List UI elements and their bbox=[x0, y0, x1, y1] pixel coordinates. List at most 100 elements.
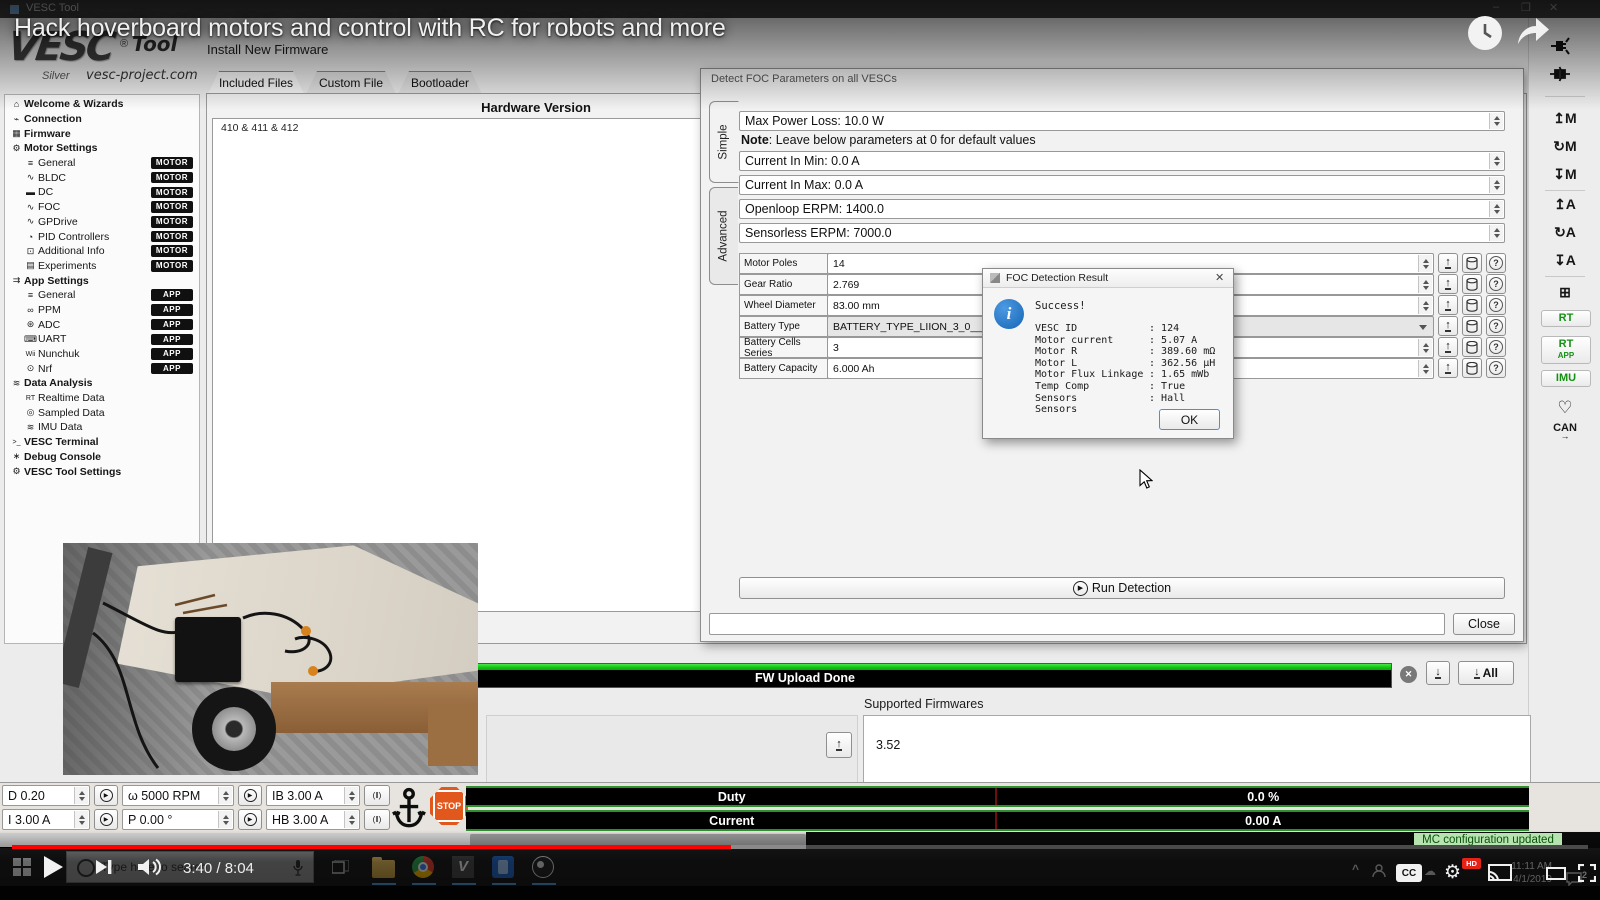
download-all-button[interactable]: ↓All bbox=[1458, 661, 1514, 685]
favorites-heart-icon[interactable]: ♡ bbox=[1541, 398, 1589, 418]
task-view-icon[interactable] bbox=[332, 860, 349, 880]
duty-setpoint-field[interactable]: D 0.20 bbox=[2, 785, 90, 806]
read-app-config-icon[interactable]: ↧A bbox=[1541, 252, 1589, 269]
sidebar-item-connection[interactable]: ⌁Connection bbox=[5, 112, 199, 127]
spinner[interactable] bbox=[344, 811, 358, 828]
anchor-icon[interactable] bbox=[392, 786, 426, 835]
help-param-button[interactable]: ? bbox=[1486, 316, 1506, 336]
position-setpoint-field[interactable]: P 0.00 ° bbox=[122, 809, 234, 830]
obs-icon[interactable] bbox=[532, 856, 554, 878]
write-param-button[interactable]: ↑ bbox=[1438, 316, 1458, 336]
sidebar-item-imu-data[interactable]: ≋IMU Data bbox=[5, 420, 199, 435]
sidebar-item-motor-settings[interactable]: ⚙Motor Settings bbox=[5, 141, 199, 156]
db-param-button[interactable] bbox=[1462, 358, 1482, 378]
help-param-button[interactable]: ? bbox=[1486, 253, 1506, 273]
vesc-tool-taskbar-icon[interactable]: V bbox=[452, 856, 474, 878]
run-detection-button[interactable]: ▶ Run Detection bbox=[739, 577, 1505, 599]
sidebar-item-realtime-data[interactable]: RTRealtime Data bbox=[5, 391, 199, 406]
write-app-config-icon[interactable]: ↥A bbox=[1541, 196, 1589, 213]
spinner[interactable] bbox=[1489, 153, 1503, 169]
sidebar-item-firmware[interactable]: ▦Firmware bbox=[5, 126, 199, 141]
chrome-icon[interactable] bbox=[412, 856, 434, 878]
rt-app-button[interactable]: RTAPP bbox=[1541, 336, 1591, 364]
openloop-erpm-field[interactable]: Openloop ERPM: 1400.0 bbox=[739, 199, 1505, 219]
sidebar-item-nrf[interactable]: ⊙NrfAPP bbox=[5, 361, 199, 376]
spinner[interactable] bbox=[218, 787, 232, 804]
run-duty-button[interactable]: ▶ bbox=[94, 785, 118, 806]
subtitles-button[interactable]: CC bbox=[1396, 864, 1422, 882]
spinner[interactable] bbox=[1489, 225, 1503, 241]
tray-chevron-icon[interactable]: ^ bbox=[1352, 862, 1359, 876]
sidebar-item-ppm[interactable]: ∞PPMAPP bbox=[5, 303, 199, 318]
write-param-button[interactable]: ↑ bbox=[1438, 295, 1458, 315]
sidebar-item-data-analysis[interactable]: ≋Data Analysis bbox=[5, 376, 199, 391]
sidebar-item-app-general[interactable]: ≡GeneralAPP bbox=[5, 288, 199, 303]
rpm-setpoint-field[interactable]: ω 5000 RPM bbox=[122, 785, 234, 806]
start-button[interactable] bbox=[13, 858, 31, 876]
play-button[interactable] bbox=[42, 855, 64, 884]
sidebar-item-nunchuk[interactable]: WiiNunchukAPP bbox=[5, 347, 199, 362]
spinner[interactable] bbox=[74, 811, 88, 828]
spinner[interactable] bbox=[1489, 201, 1503, 217]
run-position-button[interactable]: ▶ bbox=[238, 809, 262, 830]
brake-button[interactable]: (‖) bbox=[364, 785, 390, 806]
sidebar-item-vesc-tool-settings[interactable]: ⚙VESC Tool Settings bbox=[5, 464, 199, 479]
cast-icon[interactable] bbox=[1488, 864, 1512, 887]
sidebar-item-experiments[interactable]: ▤ExperimentsMOTOR bbox=[5, 259, 199, 274]
parallel-mode-icon[interactable]: ⊞ bbox=[1541, 284, 1589, 301]
ok-button[interactable]: OK bbox=[1159, 409, 1220, 430]
stop-button[interactable]: STOP bbox=[430, 787, 468, 825]
db-param-button[interactable] bbox=[1462, 316, 1482, 336]
sidebar-item-debug-console[interactable]: ∗Debug Console bbox=[5, 450, 199, 465]
run-rpm-button[interactable]: ▶ bbox=[238, 785, 262, 806]
disconnect-icon[interactable] bbox=[1549, 64, 1571, 89]
spinner[interactable] bbox=[218, 811, 232, 828]
sensorless-erpm-field[interactable]: Sensorless ERPM: 7000.0 bbox=[739, 223, 1505, 243]
reload-motor-config-icon[interactable]: ↻M bbox=[1541, 138, 1589, 155]
help-param-button[interactable]: ? bbox=[1486, 337, 1506, 357]
help-param-button[interactable]: ? bbox=[1486, 358, 1506, 378]
share-icon[interactable] bbox=[1512, 14, 1552, 55]
close-button[interactable]: ✕ bbox=[1549, 1, 1558, 14]
db-param-button[interactable] bbox=[1462, 274, 1482, 294]
people-icon[interactable] bbox=[1372, 864, 1386, 883]
spinner[interactable] bbox=[344, 787, 358, 804]
theater-mode-icon[interactable] bbox=[1546, 867, 1566, 880]
db-param-button[interactable] bbox=[1462, 295, 1482, 315]
rt-data-button[interactable]: RT bbox=[1541, 310, 1591, 327]
close-icon[interactable]: ✕ bbox=[1215, 271, 1224, 284]
reload-app-config-icon[interactable]: ↻A bbox=[1541, 224, 1589, 241]
handbrake-button[interactable]: (‖) bbox=[364, 809, 390, 830]
flash-fw-button[interactable]: ↑ bbox=[826, 732, 852, 758]
spinner[interactable] bbox=[1418, 255, 1432, 272]
db-param-button[interactable] bbox=[1462, 253, 1482, 273]
spinner[interactable] bbox=[1418, 339, 1432, 356]
tab-simple[interactable]: Simple bbox=[709, 101, 739, 183]
help-param-button[interactable]: ? bbox=[1486, 274, 1506, 294]
brake-current-field[interactable]: IB 3.00 A bbox=[266, 785, 360, 806]
sidebar-item-app-settings[interactable]: ⇉App Settings bbox=[5, 273, 199, 288]
can-forward-icon[interactable]: CAN→ bbox=[1541, 422, 1589, 441]
spinner[interactable] bbox=[74, 787, 88, 804]
maximize-button[interactable]: ❐ bbox=[1521, 1, 1531, 14]
tab-custom-file[interactable]: Custom File bbox=[306, 71, 396, 94]
supported-firmwares-list[interactable]: 3.52 bbox=[863, 715, 1531, 784]
fullscreen-icon[interactable] bbox=[1578, 864, 1596, 887]
video-title[interactable]: Hack hoverboard motors and control with … bbox=[14, 14, 726, 43]
write-param-button[interactable]: ↑ bbox=[1438, 253, 1458, 273]
db-param-button[interactable] bbox=[1462, 337, 1482, 357]
current-in-max-field[interactable]: Current In Max: 0.0 A bbox=[739, 175, 1505, 195]
current-in-min-field[interactable]: Current In Min: 0.0 A bbox=[739, 151, 1505, 171]
sidebar-item-adc[interactable]: ⊛ADCAPP bbox=[5, 317, 199, 332]
spinner[interactable] bbox=[1418, 360, 1432, 377]
write-param-button[interactable]: ↑ bbox=[1438, 337, 1458, 357]
spinner[interactable] bbox=[1489, 177, 1503, 193]
imu-button[interactable]: IMU bbox=[1541, 370, 1591, 387]
spinner[interactable] bbox=[1418, 297, 1432, 314]
write-motor-config-icon[interactable]: ↥M bbox=[1541, 110, 1589, 127]
settings-gear-icon[interactable]: ⚙ bbox=[1444, 861, 1461, 884]
sidebar-item-gpdrive[interactable]: ∿GPDriveMOTOR bbox=[5, 215, 199, 230]
sidebar-item-pid-controllers[interactable]: ◔PID ControllersMOTOR bbox=[5, 229, 199, 244]
file-explorer-icon[interactable] bbox=[372, 860, 395, 878]
volume-icon[interactable] bbox=[138, 858, 162, 881]
